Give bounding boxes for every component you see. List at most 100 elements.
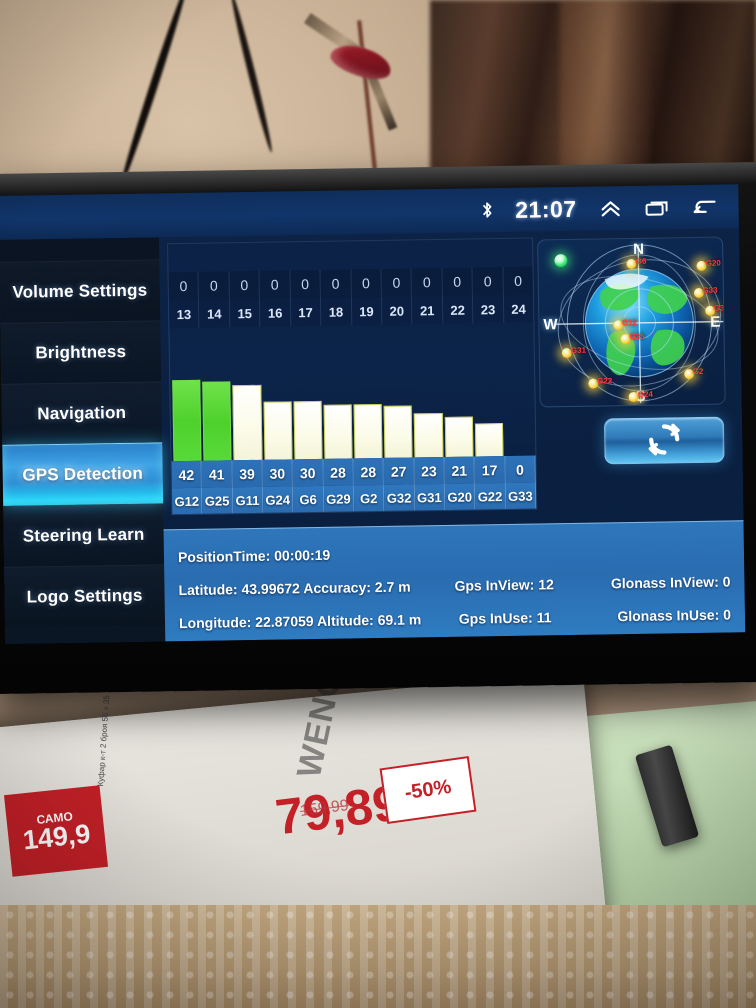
gps-id-cell: G29 [323, 485, 355, 512]
gps-bar [232, 384, 263, 461]
glonass-id-cell: 18 [321, 297, 352, 326]
gps-bar-column [201, 364, 233, 461]
gps-bar-column [261, 363, 293, 460]
glonass-snr-cell: 0 [472, 267, 504, 296]
gps-bar-column [292, 363, 324, 460]
gps-id-cell: G25 [202, 487, 233, 514]
gps-snr-cell: 30 [262, 459, 294, 487]
satellite-label: G25 [629, 331, 645, 341]
gps-bar-column [382, 361, 414, 458]
gps-snr-cell: 28 [323, 458, 354, 486]
info-field: Gps InUse: 11 [458, 608, 552, 627]
gps-id-cell: G20 [444, 483, 476, 510]
gps-snr-cell: 21 [444, 456, 476, 484]
gps-bar-column [443, 361, 475, 457]
gps-snr-cell: 17 [474, 456, 506, 484]
back-arrow-icon[interactable] [692, 197, 718, 217]
sidebar-item-label: Volume Settings [12, 280, 148, 302]
gps-detection-panel: 000000000000 13 14 15 16 17 18 19 20 21 22 23 24 42… [159, 228, 746, 642]
glonass-snr-cell: 0 [198, 271, 230, 300]
sidebar-item-label: Steering Learn [22, 524, 145, 546]
flyer-price-value-1: 149,9 [21, 818, 92, 855]
sidebar-item-navigation[interactable]: Navigation [1, 381, 163, 445]
glonass-snr-cell: 0 [503, 266, 533, 296]
sidebar-item-steering-learn[interactable]: Steering Learn [3, 503, 165, 567]
gps-bar [414, 412, 444, 458]
glonass-snr-cell: 0 [381, 268, 413, 297]
glonass-id-cell: 19 [351, 296, 383, 326]
gps-id-cell: G6 [293, 485, 324, 513]
gps-snr-cell: 27 [383, 457, 415, 485]
settings-sidebar: Volume Settings Brightness Navigation GP… [0, 237, 166, 644]
gps-bar-column [412, 361, 444, 458]
gps-id-cell: G11 [232, 486, 264, 514]
gps-snr-cell: 28 [353, 457, 385, 486]
info-field [648, 548, 730, 549]
clock-time: 21:07 [515, 195, 577, 223]
satellite-label: G22 [597, 376, 613, 386]
info-field: Gps InView: 12 [454, 575, 554, 594]
gps-id-cell: G33 [505, 482, 537, 510]
sidebar-item-label: Logo Settings [26, 585, 143, 607]
gps-bar-column [322, 362, 354, 459]
info-field: Longitude: 22.87059 Altitude: 69.1 m [178, 610, 422, 631]
satellite-label: G12 [621, 318, 638, 328]
sidebar-item-label: GPS Detection [22, 463, 144, 485]
gps-bar [172, 380, 202, 462]
glonass-signal-chart: 000000000000 13 14 15 16 17 18 19 20 21 22 23 24 [168, 239, 534, 329]
sidebar-item-brightness[interactable]: Brightness [0, 320, 162, 384]
glonass-snr-cell: 0 [411, 267, 443, 297]
glonass-id-cell: 22 [442, 295, 474, 324]
glonass-id-cell: 23 [473, 295, 505, 324]
info-field: Glonass InUse: 0 [617, 605, 732, 624]
glonass-id-cell: 21 [412, 295, 444, 325]
glonass-snr-cell: 0 [229, 270, 261, 300]
chevron-double-up-icon[interactable] [598, 198, 622, 218]
gps-bar-column [352, 362, 384, 459]
satellite-label: G24 [637, 389, 654, 399]
sidebar-item-volume-settings[interactable]: Volume Settings [0, 259, 161, 323]
background-lace-cloth [0, 905, 756, 1008]
sidebar-item-label: Navigation [37, 402, 127, 424]
flyer-discount-value: -50% [403, 775, 453, 805]
gps-bar-column [473, 360, 505, 457]
glonass-id-cell: 15 [229, 298, 261, 328]
gps-snr-cell: 41 [201, 460, 233, 488]
sidebar-item-gps-detection[interactable]: GPS Detection [2, 442, 164, 506]
gps-bar-column [171, 365, 203, 462]
glonass-id-cell: 20 [381, 296, 413, 325]
satellite-label: G33 [702, 285, 718, 295]
gps-id-cell: G12 [171, 487, 203, 515]
satellite-label: G6 [635, 256, 647, 266]
recent-apps-icon[interactable] [644, 197, 670, 217]
info-field: Latitude: 43.99672 Accuracy: 2.7 m [178, 578, 411, 598]
gps-bar-series [170, 360, 535, 462]
glonass-snr-cell: 0 [351, 268, 382, 298]
glonass-id-cell: 17 [290, 297, 322, 327]
satellite-label: G2 [692, 367, 704, 377]
satellite-label: G20 [705, 258, 721, 269]
gps-bar [444, 416, 474, 457]
glonass-snr-cell: 0 [290, 269, 322, 299]
device-screen: 21:07 Volume Settings Brightness Navigat… [0, 184, 746, 644]
info-field: Glonass InView: 0 [610, 572, 731, 591]
glonass-id-cell: 24 [503, 294, 534, 324]
gps-bar [263, 401, 293, 460]
refresh-button[interactable] [603, 416, 725, 465]
gps-snr-cell: 42 [171, 460, 203, 489]
app-body: Volume Settings Brightness Navigation GP… [0, 228, 746, 644]
info-field: PositionTime: 00:00:19 [177, 546, 331, 565]
lace-pattern [0, 905, 756, 1008]
glonass-snr-cell: 0 [442, 267, 474, 296]
satellite-sky-view: N S E W G6 G20 G33 G32 G12 G25 G31 G22 G2 G24 [537, 236, 726, 408]
sidebar-item-label: Brightness [35, 341, 127, 363]
gps-snr-cell: 23 [414, 456, 445, 485]
compass-east-label: E [710, 313, 721, 331]
glonass-snr-cell: 0 [168, 271, 200, 301]
gps-id-row: G12 G25 G11 G24 G6 G29 G2 G32 G31 G20 G22 G33 [171, 482, 537, 515]
sidebar-item-logo-settings[interactable]: Logo Settings [4, 564, 166, 628]
gps-bar [293, 401, 323, 460]
glonass-id-cell: 14 [199, 299, 231, 328]
flyer-price-tag-1: САМО 149,9 [3, 785, 109, 877]
glonass-snr-cell: 0 [320, 269, 352, 298]
